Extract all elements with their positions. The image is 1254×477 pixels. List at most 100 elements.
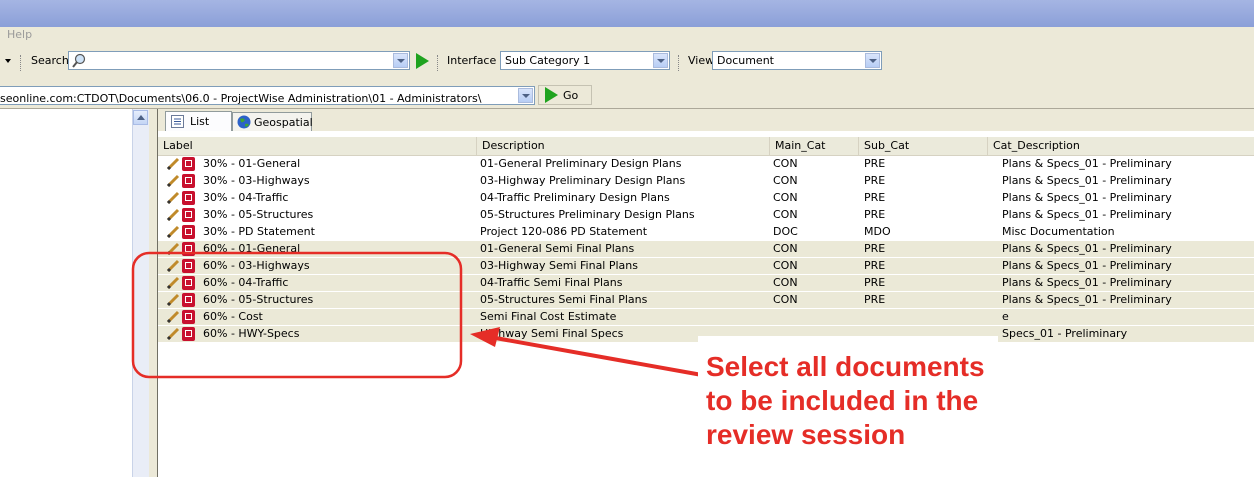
column-header-label[interactable]: Label	[158, 137, 476, 155]
pdf-icon	[182, 276, 195, 290]
cell-label: 60% - HWY-Specs	[203, 327, 300, 340]
interface-dropdown-button[interactable]	[653, 53, 668, 68]
table-row[interactable]: 30% - 05-Structures 05-Structures Prelimi…	[158, 207, 1254, 223]
cell-main-cat: CON	[773, 191, 798, 204]
folder-tree-pane[interactable]	[0, 109, 132, 477]
pencil-icon	[166, 276, 180, 290]
cell-description: 01-General Semi Final Plans	[480, 242, 635, 255]
cell-main-cat: CON	[773, 208, 798, 221]
view-dropdown-button[interactable]	[865, 53, 880, 68]
cell-description: Semi Final Cost Estimate	[480, 310, 617, 323]
pencil-icon	[166, 174, 180, 188]
search-label: Search	[31, 54, 69, 67]
path-value: seonline.com:CTDOT\Documents\06.0 - Proj…	[0, 92, 482, 105]
column-header-sub-cat[interactable]: Sub_Cat	[858, 137, 987, 155]
pencil-icon	[166, 208, 180, 222]
view-tabs: List Geospatial	[158, 109, 1254, 132]
pencil-icon	[166, 327, 180, 341]
menu-bar: Help	[0, 27, 1254, 44]
pane-splitter[interactable]	[149, 109, 158, 477]
column-header-main-cat[interactable]: Main_Cat	[769, 137, 858, 155]
pencil-icon	[166, 310, 180, 324]
table-row[interactable]: 30% - 04-Traffic 04-Traffic Preliminary D…	[158, 190, 1254, 206]
cell-cat-description: Plans & Specs_01 - Preliminary	[1002, 157, 1172, 170]
table-row[interactable]: 30% - 03-Highways 03-Highway Preliminary …	[158, 173, 1254, 189]
path-input[interactable]: seonline.com:CTDOT\Documents\06.0 - Proj…	[0, 86, 535, 105]
search-go-icon[interactable]	[416, 53, 429, 69]
pdf-icon	[182, 242, 195, 256]
cell-main-cat: CON	[773, 276, 798, 289]
window-titlebar	[0, 0, 1254, 27]
pdf-icon	[182, 157, 195, 171]
cell-main-cat: CON	[773, 293, 798, 306]
cell-cat-description: Plans & Specs_01 - Preliminary	[1002, 208, 1172, 221]
cell-cat-description: Plans & Specs_01 - Preliminary	[1002, 276, 1172, 289]
cell-sub-cat: PRE	[864, 276, 886, 289]
cell-label: 60% - 04-Traffic	[203, 276, 289, 289]
tab-list-label: List	[190, 115, 210, 128]
cell-main-cat: CON	[773, 157, 798, 170]
pencil-icon	[166, 242, 180, 256]
cell-description: 03-Highway Preliminary Design Plans	[480, 174, 686, 187]
cell-main-cat: CON	[773, 242, 798, 255]
scroll-up-button[interactable]	[133, 110, 148, 125]
search-dropdown-button[interactable]	[393, 53, 408, 68]
cell-description: Project 120-086 PD Statement	[480, 225, 648, 238]
pencil-icon	[166, 225, 180, 239]
table-row[interactable]: 60% - 01-General 01-General Semi Final Pl…	[158, 241, 1254, 257]
cell-main-cat: CON	[773, 259, 798, 272]
go-label: Go	[563, 89, 579, 102]
pdf-icon	[182, 259, 195, 273]
toolbar-separator	[437, 55, 439, 71]
cell-label: 60% - 05-Structures	[203, 293, 314, 306]
cell-description: 01-General Preliminary Design Plans	[480, 157, 682, 170]
menu-help[interactable]: Help	[7, 28, 32, 41]
view-select[interactable]: Document	[712, 51, 882, 70]
cell-label: 30% - PD Statement	[203, 225, 315, 238]
go-button[interactable]: Go	[538, 85, 592, 105]
pencil-icon	[166, 293, 180, 307]
pdf-icon	[182, 327, 195, 341]
globe-icon	[237, 115, 251, 129]
view-label: View	[688, 54, 715, 67]
table-row[interactable]: 60% - Cost Semi Final Cost Estimate e	[158, 309, 1254, 325]
interface-select[interactable]: Sub Category 1	[500, 51, 670, 70]
cell-sub-cat: PRE	[864, 157, 886, 170]
path-bar: seonline.com:CTDOT\Documents\06.0 - Proj…	[0, 84, 1254, 109]
tab-geospatial[interactable]: Geospatial	[232, 112, 313, 131]
cell-cat-description: Plans & Specs_01 - Preliminary	[1002, 293, 1172, 306]
column-header-cat-description[interactable]: Cat_Description	[987, 137, 1254, 155]
toolbar-dropdown-arrow-icon[interactable]	[5, 59, 11, 63]
document-list: Label Description Main_Cat Sub_Cat Cat_D…	[158, 131, 1254, 477]
cell-label: 30% - 01-General	[203, 157, 301, 170]
cell-sub-cat: PRE	[864, 191, 886, 204]
toolbar-separator	[678, 55, 680, 71]
pdf-icon	[182, 191, 195, 205]
table-row[interactable]: 30% - 01-General 01-General Preliminary D…	[158, 156, 1254, 172]
cell-label: 60% - 03-Highways	[203, 259, 310, 272]
pencil-icon	[166, 259, 180, 273]
table-row[interactable]: 30% - PD Statement Project 120-086 PD Sta…	[158, 224, 1254, 240]
path-dropdown-button[interactable]	[518, 88, 533, 103]
cell-cat-description: Plans & Specs_01 - Preliminary	[1002, 259, 1172, 272]
interface-value: Sub Category 1	[505, 54, 591, 67]
cell-cat-description: Specs_01 - Preliminary	[1002, 327, 1128, 340]
tab-list[interactable]: List	[165, 111, 232, 132]
cell-description: 05-Structures Preliminary Design Plans	[480, 208, 695, 221]
go-arrow-icon	[545, 87, 558, 103]
magnifier-icon	[72, 53, 86, 68]
pencil-icon	[166, 191, 180, 205]
folder-tree-scrollbar[interactable]	[132, 109, 150, 477]
cell-cat-description: Plans & Specs_01 - Preliminary	[1002, 191, 1172, 204]
search-combo[interactable]	[68, 51, 410, 70]
cell-label: 60% - Cost	[203, 310, 263, 323]
table-row[interactable]: 60% - HWY-Specs Highway Semi Final Specs S…	[158, 326, 1254, 342]
list-icon	[171, 115, 184, 128]
table-row[interactable]: 60% - 03-Highways 03-Highway Semi Final P…	[158, 258, 1254, 274]
cell-description: 05-Structures Semi Final Plans	[480, 293, 648, 306]
table-row[interactable]: 60% - 04-Traffic 04-Traffic Semi Final Pl…	[158, 275, 1254, 291]
column-header-description[interactable]: Description	[476, 137, 769, 155]
view-value: Document	[717, 54, 774, 67]
table-row[interactable]: 60% - 05-Structures 05-Structures Semi Fi…	[158, 292, 1254, 308]
pencil-icon	[166, 157, 180, 171]
